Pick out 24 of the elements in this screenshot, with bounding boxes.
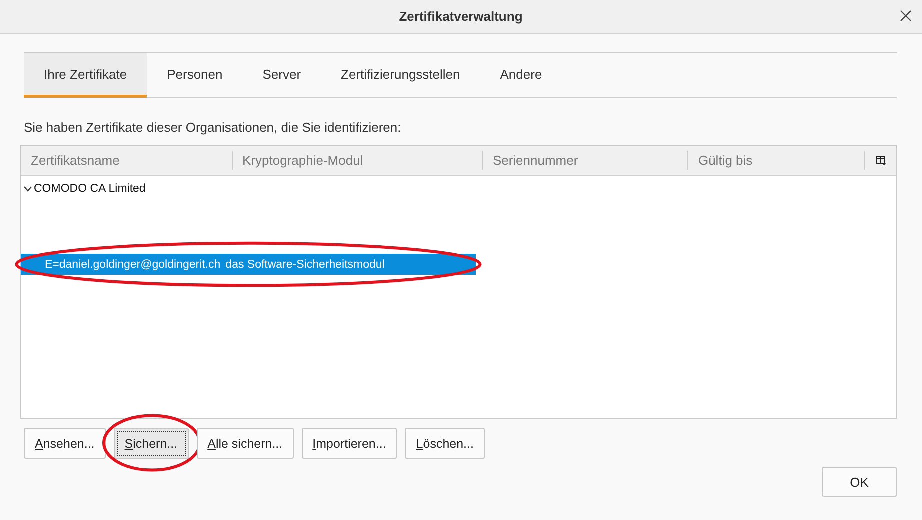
table-cell-text: E=daniel.goldinger@goldingerit.ch (44, 258, 221, 270)
action-button[interactable]: Sichern... (114, 428, 189, 459)
certificate-row[interactable]: E=daniel.goldinger@goldingerit.ch das Software-Sicherheitsmodul (21, 254, 476, 275)
column-picker-icon[interactable] (876, 156, 888, 166)
action-button[interactable]: Importieren... (302, 428, 398, 459)
column-header[interactable]: Kryptographie-Modul (232, 151, 483, 170)
window-title: Zertifikatverwaltung (399, 9, 523, 24)
tab[interactable]: Personen (147, 53, 243, 98)
column-header[interactable]: Zertifikatsname (21, 151, 233, 170)
tab[interactable]: Zertifizierungsstellen (321, 53, 480, 98)
action-button[interactable]: Ansehen... (24, 428, 106, 459)
chevron-down-icon[interactable] (24, 186, 32, 192)
action-button[interactable]: Löschen... (405, 428, 485, 459)
group-name: COMODO CA Limited (34, 183, 146, 195)
tab[interactable]: Andere (480, 53, 562, 98)
tab[interactable]: Server (242, 53, 322, 98)
column-header[interactable]: Seriennummer (482, 151, 688, 170)
action-button[interactable]: Alle sichern... (196, 428, 294, 459)
column-header[interactable]: Gültig bis (688, 151, 866, 170)
description-text: Sie haben Zertifikate dieser Organisationen, die Sie identifizieren: (24, 120, 402, 135)
tab[interactable]: Ihre Zertifikate (24, 53, 148, 98)
close-icon[interactable] (900, 10, 912, 22)
table-cell: das Software-Sicherheitsmodul (226, 258, 385, 270)
ok-button[interactable]: OK (822, 467, 897, 497)
